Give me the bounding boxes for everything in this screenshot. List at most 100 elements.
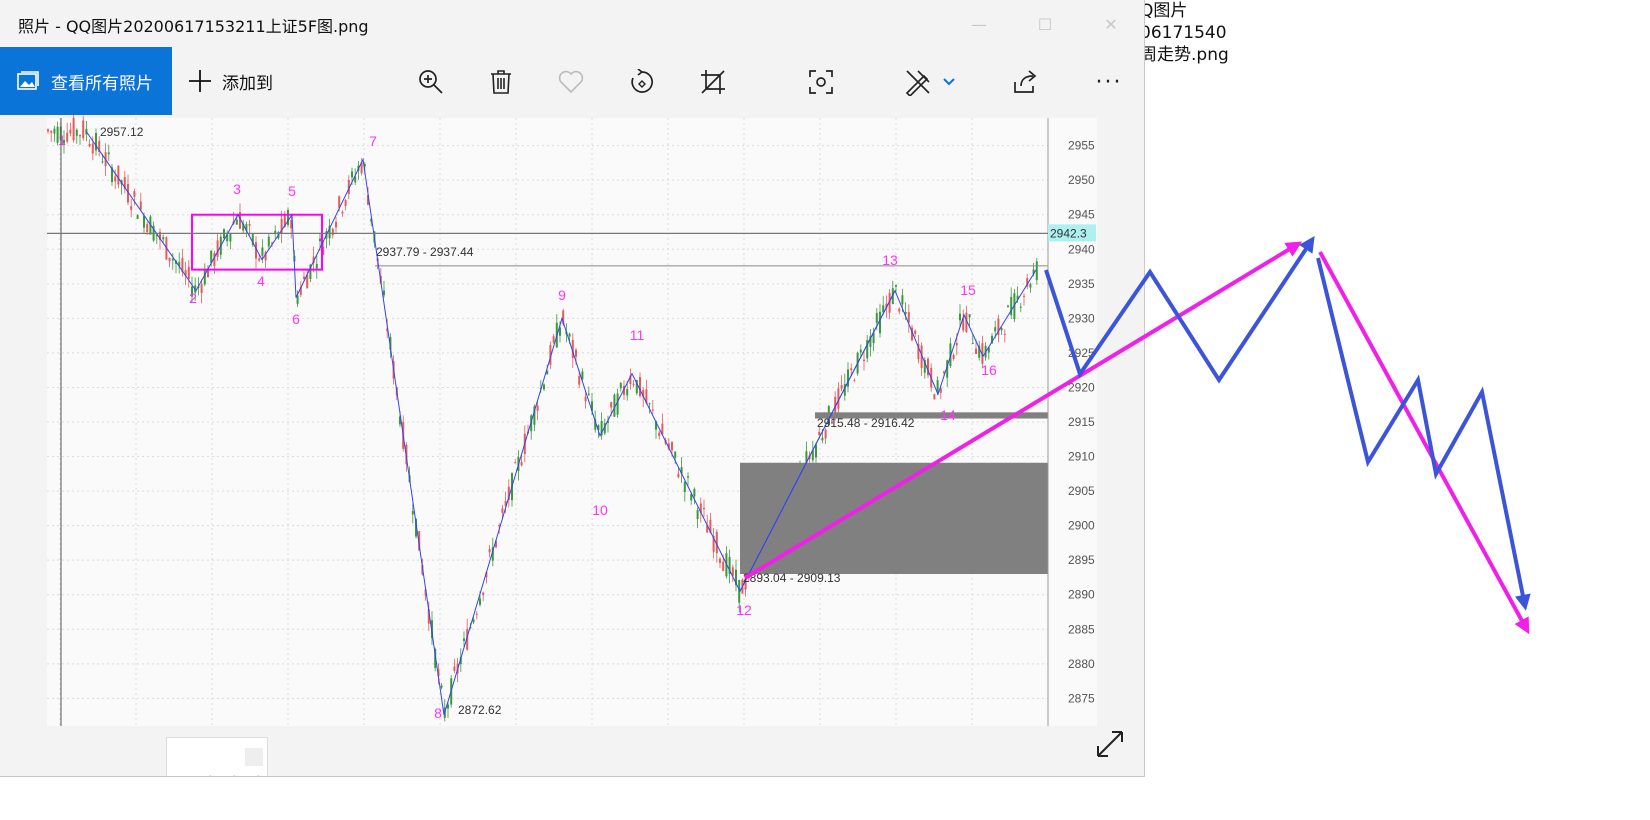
support-zone — [740, 462, 1048, 574]
candle-body — [1003, 333, 1006, 335]
heart-icon — [558, 70, 584, 94]
share-button[interactable] — [1011, 67, 1041, 97]
candle-body — [117, 165, 120, 185]
candle-body — [821, 437, 824, 441]
candle-body — [133, 191, 136, 197]
y-tick-label: 2910 — [1068, 450, 1095, 464]
photos-window: 照片 - QQ图片20200617153211上证5F图.png — ☐ ✕ 查… — [0, 0, 1145, 777]
high-price-label: 2957.12 — [100, 125, 144, 139]
desktop-file-label: Q图片 06171540 周走势.png — [1140, 0, 1229, 66]
candle-body — [1035, 261, 1038, 281]
wave-label: 7 — [369, 133, 377, 149]
maximize-button[interactable]: ☐ — [1022, 8, 1068, 40]
candle-body — [616, 393, 619, 415]
rotate-button[interactable] — [627, 67, 657, 97]
wave-label: 13 — [882, 252, 898, 268]
y-tick-label: 2945 — [1068, 208, 1095, 222]
candle-body — [587, 393, 590, 395]
candle-body — [975, 348, 977, 355]
candle-body — [850, 368, 853, 371]
candle-body — [88, 143, 91, 147]
view-all-photos-button[interactable]: 查看所有照片 — [0, 47, 172, 115]
image-viewer: 1 2 3 4 5 6 7 8 9 10 11 12 13 14 15 16 2957.12 2872.62 293… — [0, 115, 1144, 776]
zoom-in-icon — [419, 70, 443, 94]
edit-draw-icon — [905, 70, 930, 96]
candle-body — [994, 327, 997, 332]
chevron-down-icon — [943, 78, 955, 86]
wave-label: 8 — [434, 705, 442, 721]
drawing-tool-palette[interactable] — [166, 737, 268, 776]
candle-body — [824, 429, 827, 439]
candle-body — [840, 385, 843, 389]
candle-body — [303, 276, 305, 279]
detect-button[interactable] — [806, 67, 836, 97]
y-tick-label: 2890 — [1068, 588, 1095, 602]
edit-button[interactable] — [903, 67, 933, 97]
candle-body — [1029, 283, 1032, 288]
add-to-button[interactable]: 添加到 — [188, 47, 273, 115]
y-tick-label: 2925 — [1068, 346, 1095, 360]
candle-body — [859, 349, 862, 353]
close-button[interactable]: ✕ — [1088, 8, 1134, 40]
wave-label: 5 — [288, 183, 296, 199]
candle-body — [114, 176, 117, 182]
candle-body — [82, 120, 85, 139]
candle-body — [674, 451, 677, 458]
candle-body — [703, 507, 705, 510]
minimize-button[interactable]: — — [956, 8, 1002, 40]
candle-body — [235, 219, 238, 225]
crop-button[interactable] — [698, 67, 728, 97]
candle-body — [1019, 306, 1022, 308]
candle-body — [671, 442, 673, 451]
candle-body — [479, 598, 481, 605]
wave-label: 12 — [736, 602, 752, 618]
candle-body — [488, 549, 491, 553]
candle-body — [187, 266, 190, 280]
candle-body — [351, 171, 353, 178]
candle-body — [632, 383, 635, 385]
candle-body — [719, 558, 721, 563]
candle-body — [933, 394, 936, 400]
candle-body — [440, 685, 443, 688]
candle-body — [146, 223, 149, 232]
fullscreen-button[interactable] — [1094, 728, 1126, 760]
band-range-label-1: 2937.79 - 2937.44 — [376, 245, 474, 259]
candle-body — [258, 258, 261, 261]
candle-body — [482, 592, 485, 596]
candle-body — [968, 314, 971, 318]
pink-down-arrow — [1318, 251, 1530, 635]
candle-body — [536, 405, 539, 411]
candle-body — [818, 431, 821, 436]
candle-body — [677, 473, 680, 478]
delete-icon — [491, 70, 511, 94]
candle-body — [72, 117, 75, 141]
candle-body — [453, 666, 456, 671]
drawing-tools-icon — [210, 748, 263, 776]
crop-icon — [701, 70, 725, 94]
candle-body — [107, 152, 110, 155]
expand-icon — [1097, 731, 1123, 757]
current-price-label: 2942.3 — [1050, 226, 1087, 240]
y-tick-label: 2875 — [1068, 691, 1095, 705]
delete-button[interactable] — [486, 67, 516, 97]
candle-body — [898, 308, 901, 312]
zoom-in-button[interactable] — [416, 67, 446, 97]
candle-body — [853, 380, 856, 382]
y-tick-label: 2885 — [1068, 622, 1095, 636]
y-tick-label: 2935 — [1068, 277, 1095, 291]
close-icon: ✕ — [1104, 14, 1118, 34]
favorite-button[interactable] — [556, 67, 586, 97]
more-button[interactable]: ··· — [1094, 67, 1124, 97]
candle-body — [959, 313, 961, 321]
more-icon: ··· — [1095, 69, 1123, 95]
candle-body — [875, 313, 878, 323]
add-to-label: 添加到 — [222, 73, 273, 94]
candle-body — [626, 389, 629, 396]
candle-body — [514, 462, 517, 464]
candle-body — [578, 375, 581, 385]
candle-body — [722, 561, 725, 571]
edit-dropdown-button[interactable] — [938, 67, 960, 97]
candle-body — [79, 135, 81, 137]
candle-body — [696, 510, 699, 520]
candle-body — [344, 200, 347, 207]
